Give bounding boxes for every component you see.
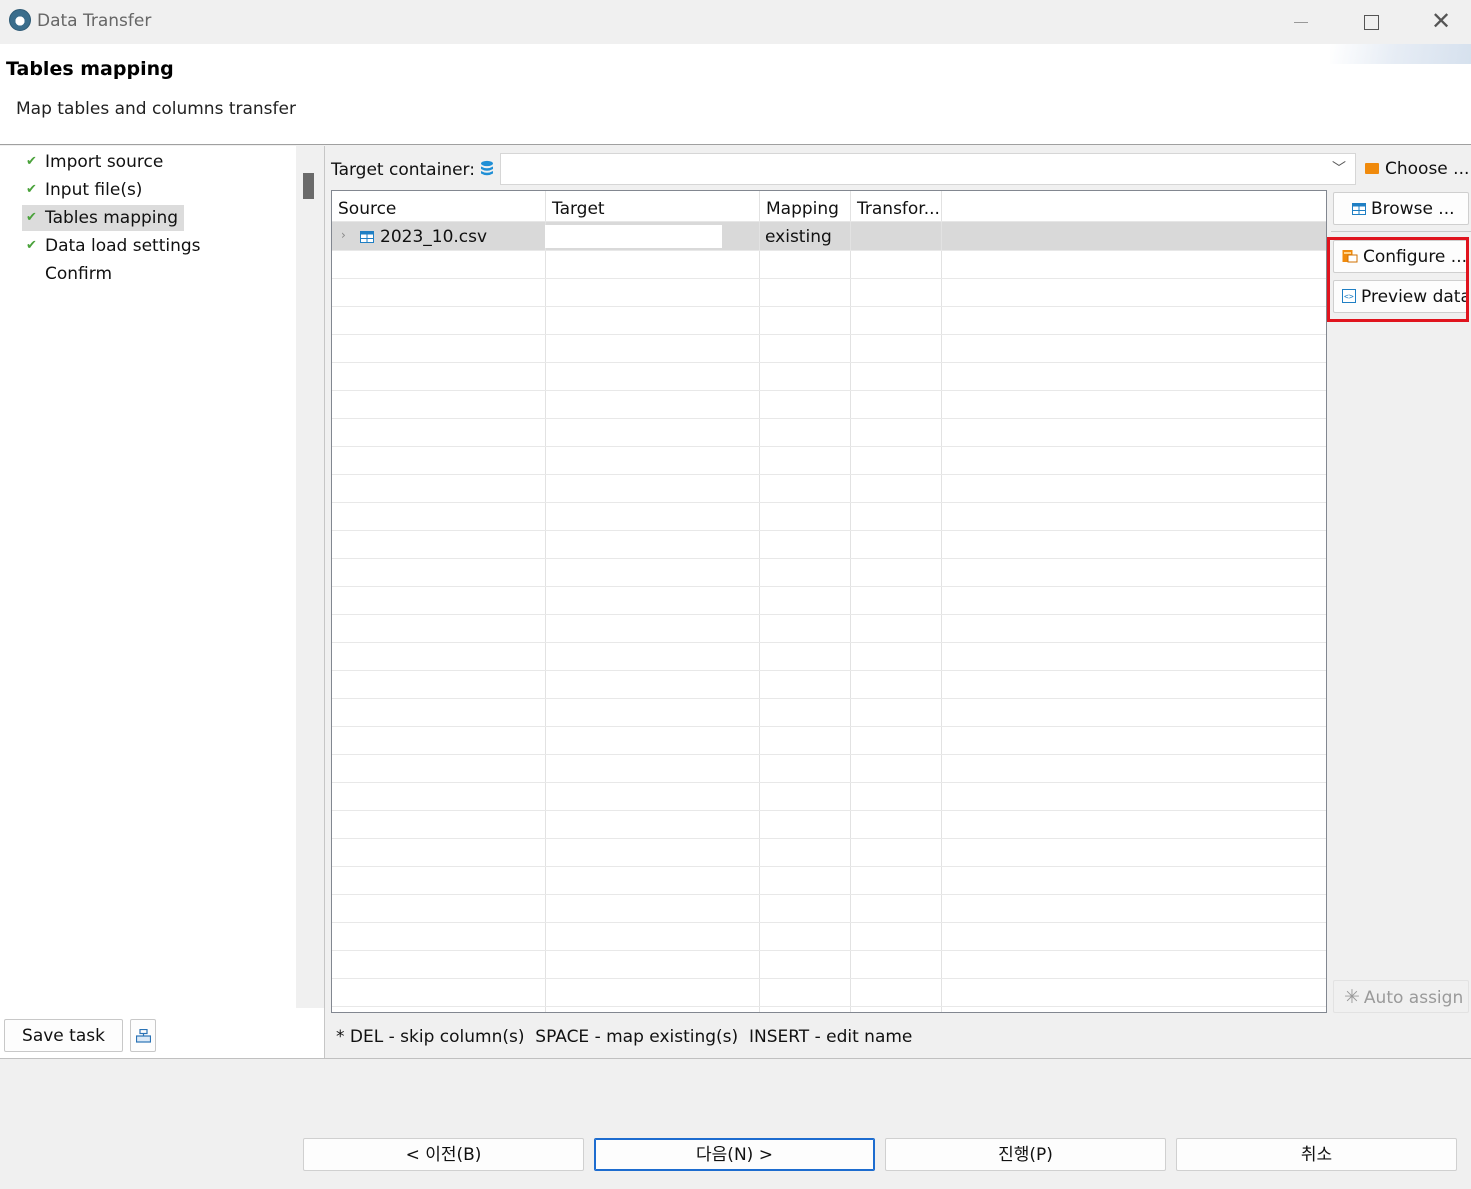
column-divider — [759, 191, 760, 1012]
target-container-select[interactable] — [500, 153, 1356, 185]
step-data-load-settings[interactable]: ✔ Data load settings — [22, 233, 207, 259]
row-gridline — [332, 1006, 1326, 1007]
row-gridline — [332, 726, 1326, 727]
column-header-transform[interactable]: Transfor... — [857, 199, 940, 219]
chevron-down-icon[interactable]: ﹀ — [1332, 158, 1346, 178]
back-button[interactable]: < 이전(B) — [303, 1138, 584, 1171]
highlight-box — [1327, 237, 1469, 322]
row-gridline — [332, 670, 1326, 671]
check-icon: ✔ — [26, 210, 37, 225]
task-icon — [136, 1029, 151, 1043]
finish-button[interactable]: 진행(P) — [885, 1138, 1166, 1171]
auto-assign-icon: ✳ — [1344, 986, 1360, 1008]
minimize-button[interactable] — [1286, 8, 1316, 36]
next-button[interactable]: 다음(N) > — [594, 1138, 875, 1171]
row-gridline — [332, 446, 1326, 447]
step-input-files[interactable]: ✔ Input file(s) — [22, 177, 148, 203]
row-gridline — [332, 614, 1326, 615]
row-gridline — [332, 894, 1326, 895]
row-mapping-cell[interactable]: existing — [765, 227, 832, 247]
steps-scrollbar-thumb[interactable] — [303, 173, 314, 199]
step-label: Tables mapping — [45, 208, 179, 228]
title-bar — [0, 0, 1471, 44]
row-gridline — [332, 754, 1326, 755]
browse-label: Browse ... — [1371, 199, 1455, 219]
row-target-input[interactable] — [545, 225, 722, 248]
step-tables-mapping[interactable]: ✔ Tables mapping — [22, 205, 185, 231]
page-title: Tables mapping — [6, 58, 174, 80]
auto-assign-button[interactable]: ✳ Auto assign — [1333, 980, 1469, 1013]
page-description: Map tables and columns transfer — [16, 99, 296, 119]
cancel-button[interactable]: 취소 — [1176, 1138, 1457, 1171]
row-gridline — [332, 838, 1326, 839]
check-icon: ✔ — [26, 238, 37, 253]
row-gridline — [332, 278, 1326, 279]
header-decoration — [1330, 44, 1471, 64]
row-gridline — [332, 334, 1326, 335]
check-icon: ✔ — [26, 182, 37, 197]
database-icon — [481, 160, 493, 176]
window-title: Data Transfer — [37, 11, 152, 31]
row-gridline — [332, 698, 1326, 699]
minimize-icon — [1294, 22, 1308, 23]
step-label: Input file(s) — [45, 180, 143, 200]
folder-icon — [1365, 163, 1379, 174]
column-header-target[interactable]: Target — [552, 199, 605, 219]
auto-assign-label: Auto assign — [1363, 988, 1464, 1008]
maximize-button[interactable] — [1356, 8, 1386, 36]
row-gridline — [332, 586, 1326, 587]
bottom-separator — [0, 1058, 1471, 1059]
row-gridline — [332, 250, 1326, 251]
target-container-label: Target container: — [331, 160, 475, 180]
check-icon: ✔ — [26, 154, 37, 169]
choose-container-button[interactable]: Choose ... — [1358, 153, 1468, 185]
button-separator — [1331, 231, 1471, 232]
row-gridline — [332, 474, 1326, 475]
column-divider — [850, 191, 851, 1012]
step-confirm[interactable]: Confirm — [22, 261, 118, 287]
wizard-header — [0, 44, 1471, 145]
close-button[interactable]: ✕ — [1426, 8, 1456, 36]
column-header-mapping[interactable]: Mapping — [766, 199, 839, 219]
column-header-source[interactable]: Source — [338, 199, 396, 219]
browse-button[interactable]: Browse ... — [1333, 192, 1469, 225]
row-gridline — [332, 530, 1326, 531]
step-label: Import source — [45, 152, 164, 172]
app-logo-icon — [9, 9, 31, 31]
column-divider — [941, 191, 942, 1012]
row-gridline — [332, 978, 1326, 979]
keyboard-hint: * DEL - skip column(s) SPACE - map exist… — [336, 1027, 913, 1047]
row-gridline — [332, 950, 1326, 951]
steps-scrollbar[interactable] — [296, 146, 324, 1008]
row-gridline — [332, 306, 1326, 307]
table-icon — [360, 231, 374, 243]
row-gridline — [332, 390, 1326, 391]
row-gridline — [332, 418, 1326, 419]
expand-chevron-icon[interactable]: › — [341, 228, 346, 242]
close-icon: ✕ — [1430, 7, 1452, 35]
choose-label: Choose ... — [1385, 159, 1468, 179]
row-gridline — [332, 866, 1326, 867]
row-gridline — [332, 922, 1326, 923]
save-task-icon-button[interactable] — [130, 1019, 156, 1052]
row-source-cell: 2023_10.csv — [380, 227, 488, 247]
step-label: Confirm — [45, 264, 113, 284]
mapping-table[interactable]: Source Target Mapping Transfor... › 2023… — [331, 190, 1327, 1013]
row-gridline — [332, 642, 1326, 643]
maximize-icon — [1363, 15, 1379, 30]
table-icon — [1352, 203, 1366, 215]
step-import-source[interactable]: ✔ Import source — [22, 149, 169, 175]
row-gridline — [332, 558, 1326, 559]
row-gridline — [332, 782, 1326, 783]
row-gridline — [332, 362, 1326, 363]
save-task-button[interactable]: Save task — [4, 1019, 123, 1052]
header-divider — [332, 221, 1326, 222]
column-divider — [545, 191, 546, 1012]
step-label: Data load settings — [45, 236, 201, 256]
row-gridline — [332, 810, 1326, 811]
row-gridline — [332, 502, 1326, 503]
